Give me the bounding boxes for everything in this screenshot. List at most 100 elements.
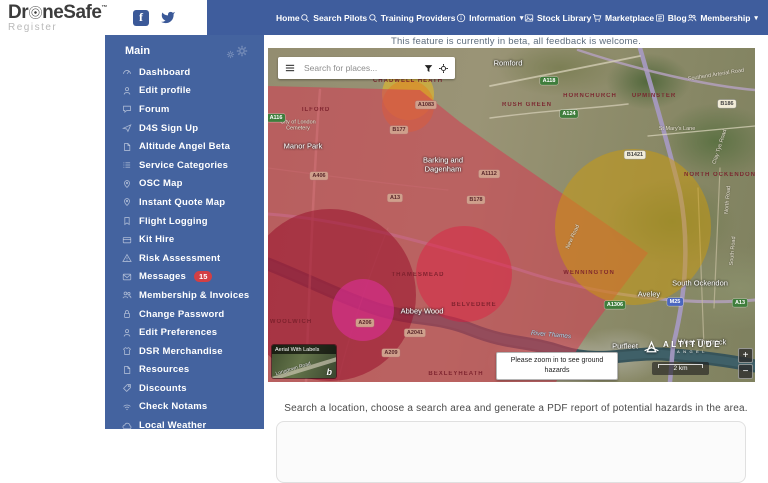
menu-icon[interactable] [284, 62, 296, 74]
sidebar-item-service-categories[interactable]: Service Categories [105, 156, 264, 175]
sidebar-item-discounts[interactable]: Discounts [105, 379, 264, 398]
filter-icon[interactable] [423, 63, 434, 74]
info-icon [456, 13, 466, 23]
people-icon [122, 290, 132, 300]
logo-subtitle: Register [8, 23, 107, 33]
sidebar-item-label: DSR Merchandise [139, 346, 223, 357]
nav-item-blog[interactable]: Blog [655, 13, 687, 23]
map-search-box [278, 57, 455, 79]
news-icon [655, 13, 665, 23]
nav-item-search-pilots[interactable]: Search Pilots [300, 13, 367, 23]
road-a118 [490, 56, 640, 86]
envelope-icon [122, 272, 132, 282]
hazard-zone-yellow-large [555, 149, 711, 305]
report-instructions: Search a location, choose a search area … [264, 403, 768, 414]
nav-item-stock-library[interactable]: Stock Library [524, 13, 591, 23]
sidebar-item-label: Flight Logging [139, 216, 208, 227]
sidebar-item-label: Altitude Angel Beta [139, 141, 230, 152]
nav-item-information[interactable]: Information▾ [456, 13, 523, 23]
sidebar-item-label: D4S Sign Up [139, 123, 198, 134]
dronesafe-logo[interactable]: DrneSafe™ Register [8, 3, 107, 33]
facebook-icon[interactable]: f [133, 10, 149, 26]
bing-logo: b [327, 367, 333, 377]
sidebar-item-label: Risk Assessment [139, 253, 220, 264]
sidebar-item-label: Kit Hire [139, 234, 174, 245]
road-minor-1 [714, 168, 720, 308]
sidebar-item-label: Change Password [139, 309, 224, 320]
sidebar-item-label: Resources [139, 364, 189, 375]
nav-item-home[interactable]: Home [276, 13, 300, 23]
sidebar-item-resources[interactable]: Resources [105, 361, 264, 380]
list-icon [122, 160, 132, 170]
warning-icon [122, 253, 132, 263]
tag-icon [122, 383, 132, 393]
sidebar-item-label: Edit Preferences [139, 327, 217, 338]
zoom-out-button[interactable]: − [738, 364, 753, 379]
sidebar-item-edit-preferences[interactable]: Edit Preferences [105, 323, 264, 342]
report-search-panel[interactable] [276, 421, 746, 483]
sidebar-item-messages[interactable]: Messages 15 [105, 268, 264, 287]
hazard-zone-magenta [332, 279, 394, 341]
sidebar-item-label: Membership & Invoices [139, 290, 249, 301]
hazard-zone-bright-red [416, 226, 512, 322]
nav-item-label: Marketplace [605, 13, 654, 23]
sidebar-item-label: Messages [139, 271, 186, 282]
sidebar-item-edit-profile[interactable]: Edit profile [105, 82, 264, 101]
unread-count-badge: 15 [194, 271, 212, 282]
map-scale-bar: 2 km [652, 362, 709, 375]
gear-icon [234, 43, 250, 59]
search-input[interactable] [302, 62, 423, 74]
search-icon [300, 13, 310, 23]
layer-picker-button[interactable]: Longdown Road b Aerial With Labels [272, 345, 336, 378]
nav-item-marketplace[interactable]: Marketplace [592, 13, 654, 23]
pin-icon [122, 197, 132, 207]
sidebar-item-membership-invoices[interactable]: Membership & Invoices [105, 286, 264, 305]
bookmark-icon [122, 216, 132, 226]
nav-item-label: Blog [668, 13, 687, 23]
logo-trademark: ™ [101, 5, 107, 11]
sidebar-item-local-weather[interactable]: Local Weather [105, 416, 264, 435]
sidebar-item-kit-hire[interactable]: Kit Hire [105, 230, 264, 249]
map-canvas[interactable]: ILFORDCHADWELL HEATHRUSH GREENHORNCHURCH… [268, 48, 755, 382]
nav-item-label: Stock Library [537, 13, 591, 23]
twitter-icon[interactable] [159, 10, 177, 25]
sidebar-item-d4s-sign-up[interactable]: D4S Sign Up [105, 119, 264, 138]
sidebar-item-label: Forum [139, 104, 170, 115]
nav-item-training-providers[interactable]: Training Providers [368, 13, 456, 23]
sidebar-item-check-notams[interactable]: Check Notams [105, 398, 264, 417]
sidebar-item-osc-map[interactable]: OSC Map [105, 175, 264, 194]
image-icon [524, 13, 534, 23]
zoom-hint-tooltip: Please zoom in to see ground hazards [496, 352, 618, 380]
map-zoom-controls: + − [738, 348, 753, 379]
logo-text-part2: neSafe [42, 3, 101, 22]
sidebar-item-label: Edit profile [139, 85, 191, 96]
watermark-line2: ANGEL [663, 350, 722, 354]
shirt-icon [122, 346, 132, 356]
nav-item-label: Training Providers [381, 13, 456, 23]
plane-icon [122, 123, 132, 133]
sidebar-item-dashboard[interactable]: Dashboard [105, 63, 264, 82]
sidebar-item-forum[interactable]: Forum [105, 100, 264, 119]
nav-item-label: Membership [700, 13, 750, 23]
sidebar-item-label: Instant Quote Map [139, 197, 225, 208]
sidebar-item-altitude-angel-beta[interactable]: Altitude Angel Beta [105, 137, 264, 156]
person-icon [122, 328, 132, 338]
sidebar-item-change-password[interactable]: Change Password [105, 305, 264, 324]
sidebar-item-flight-logging[interactable]: Flight Logging [105, 212, 264, 231]
pin-icon [122, 179, 132, 189]
speech-icon [122, 104, 132, 114]
locate-icon[interactable] [438, 63, 449, 74]
nav-item-membership[interactable]: Membership▾ [687, 13, 758, 23]
beta-notice: This feature is currently in beta, all f… [264, 36, 768, 47]
sidebar-item-label: Service Categories [139, 160, 228, 171]
zoom-in-button[interactable]: + [738, 348, 753, 363]
watermark-line1: ALTITUDE [663, 341, 722, 349]
altitude-angel-logo-icon [643, 339, 660, 356]
nav-item-label: Home [276, 13, 300, 23]
sidebar-item-instant-quote-map[interactable]: Instant Quote Map [105, 193, 264, 212]
sidebar-item-dsr-merchandise[interactable]: DSR Merchandise [105, 342, 264, 361]
gauge-icon [122, 67, 132, 77]
layer-picker-label: Aerial With Labels [272, 345, 336, 354]
doc-icon [122, 142, 132, 152]
sidebar-item-risk-assessment[interactable]: Risk Assessment [105, 249, 264, 268]
